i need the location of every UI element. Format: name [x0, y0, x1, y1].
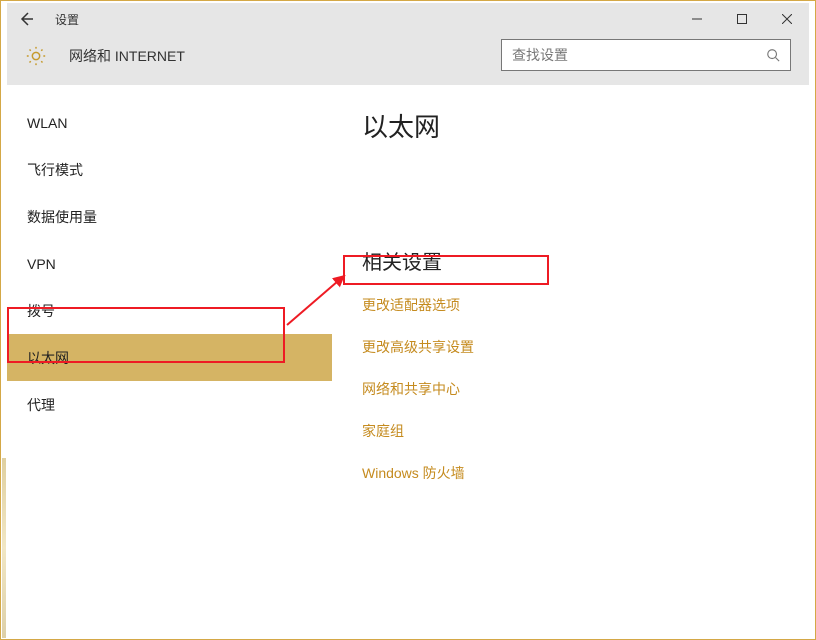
settings-window: 设置 网络和 INTERNET — [7, 3, 809, 637]
arrow-left-icon — [18, 11, 34, 27]
sidebar-item-label: VPN — [27, 256, 56, 272]
maximize-icon — [737, 14, 747, 24]
window-title: 设置 — [55, 11, 79, 28]
related-settings-heading: 相关设置 — [362, 246, 789, 275]
search-input[interactable] — [502, 47, 756, 63]
close-button[interactable] — [764, 3, 809, 35]
sidebar-item-label: WLAN — [27, 115, 67, 131]
sidebar-item-label: 代理 — [27, 395, 55, 415]
link-network-sharing-center[interactable]: 网络和共享中心 — [362, 379, 789, 399]
page-heading: 以太网 — [362, 107, 789, 144]
link-change-adapter-options[interactable]: 更改适配器选项 — [362, 295, 789, 315]
sidebar-item-airplane-mode[interactable]: 飞行模式 — [7, 146, 332, 193]
close-icon — [782, 14, 792, 24]
minimize-icon — [692, 14, 702, 24]
minimize-button[interactable] — [674, 3, 719, 35]
link-windows-firewall[interactable]: Windows 防火墙 — [362, 463, 789, 483]
sidebar-item-label: 以太网 — [27, 348, 69, 368]
section-title: 网络和 INTERNET — [69, 46, 185, 66]
sidebar-item-label: 拨号 — [27, 301, 55, 321]
sidebar: WLAN 飞行模式 数据使用量 VPN 拨号 以太网 代理 — [7, 85, 332, 637]
related-links: 更改适配器选项 更改高级共享设置 网络和共享中心 家庭组 Windows 防火墙 — [362, 295, 789, 483]
link-advanced-sharing[interactable]: 更改高级共享设置 — [362, 337, 789, 357]
sidebar-item-label: 飞行模式 — [27, 160, 83, 180]
titlebar: 设置 — [7, 3, 809, 35]
sidebar-item-wlan[interactable]: WLAN — [7, 99, 332, 146]
gear-icon — [25, 45, 47, 67]
body: WLAN 飞行模式 数据使用量 VPN 拨号 以太网 代理 以太网 相关设置 更… — [7, 85, 809, 637]
sidebar-item-data-usage[interactable]: 数据使用量 — [7, 193, 332, 240]
search-icon — [756, 48, 790, 62]
desktop-decor — [2, 458, 6, 638]
search-box[interactable] — [501, 39, 791, 71]
back-button[interactable] — [7, 3, 45, 35]
sidebar-item-vpn[interactable]: VPN — [7, 240, 332, 287]
content: 以太网 相关设置 更改适配器选项 更改高级共享设置 网络和共享中心 家庭组 Wi… — [332, 85, 809, 637]
link-homegroup[interactable]: 家庭组 — [362, 421, 789, 441]
sidebar-item-label: 数据使用量 — [27, 207, 97, 227]
header-bar: 网络和 INTERNET — [7, 35, 809, 85]
sidebar-item-dialup[interactable]: 拨号 — [7, 287, 332, 334]
maximize-button[interactable] — [719, 3, 764, 35]
sidebar-item-proxy[interactable]: 代理 — [7, 381, 332, 428]
sidebar-item-ethernet[interactable]: 以太网 — [7, 334, 332, 381]
